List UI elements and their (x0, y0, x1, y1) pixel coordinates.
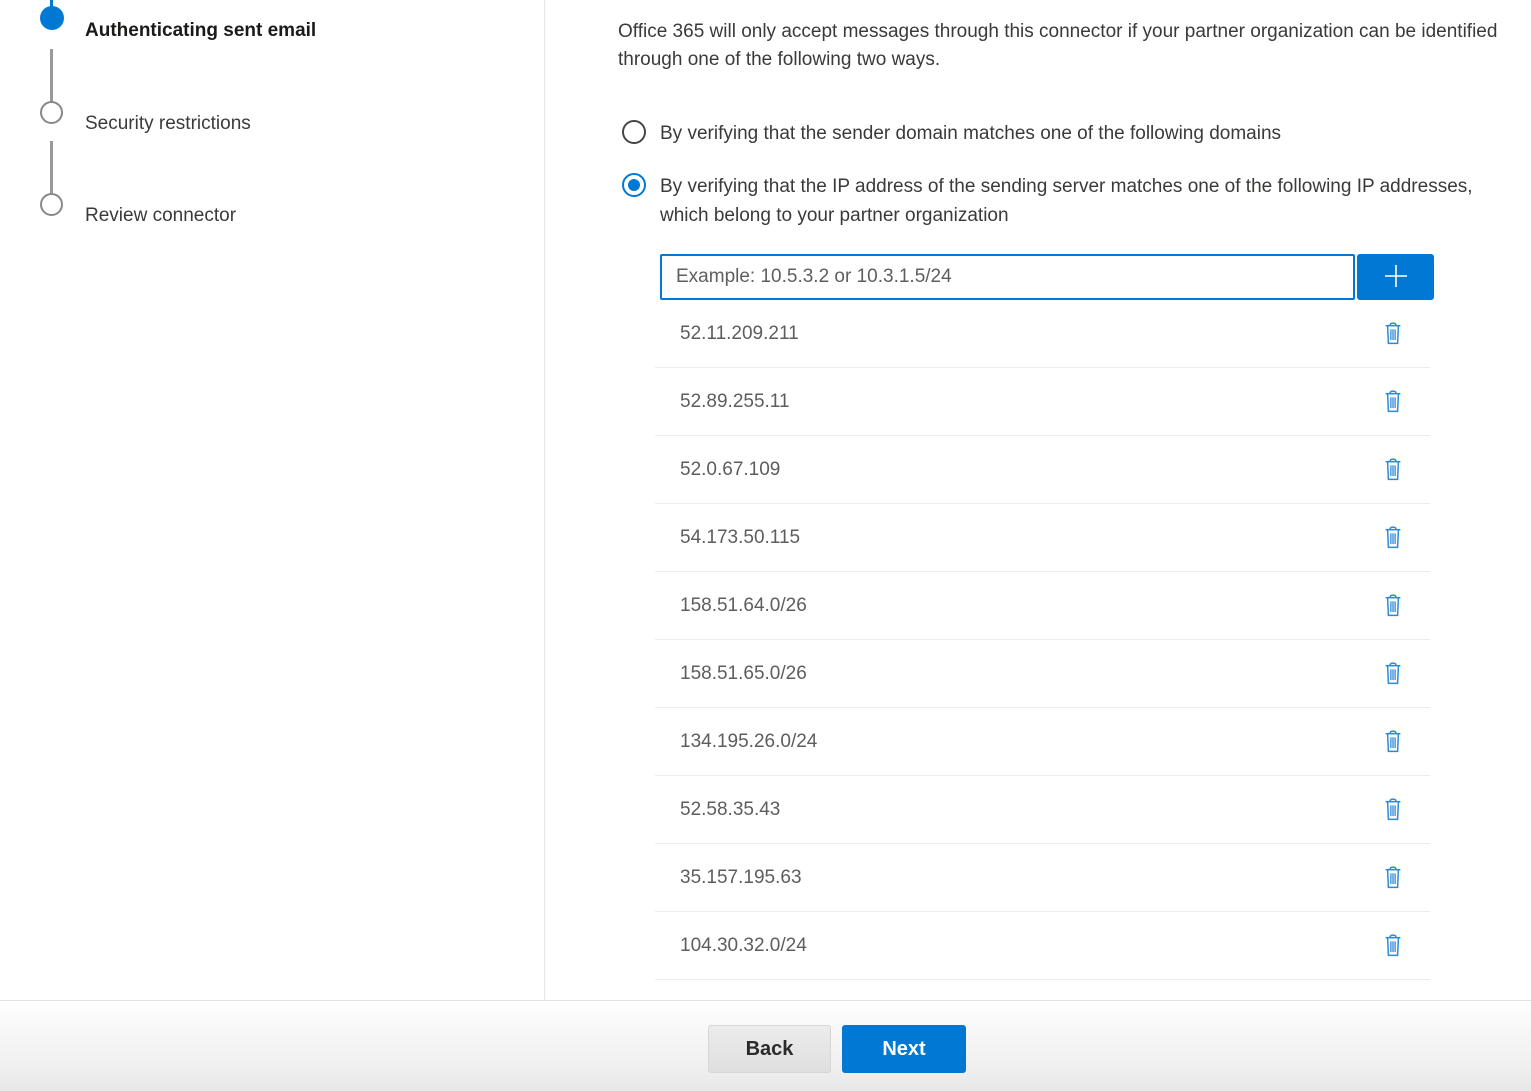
trash-icon (1383, 945, 1403, 960)
main-content: Office 365 will only accept messages thr… (618, 0, 1531, 1000)
radio-option-label: By verifying that the sender domain matc… (660, 119, 1485, 148)
ip-address-value: 52.58.35.43 (680, 799, 780, 821)
step-label: Review connector (85, 205, 236, 227)
trash-icon (1383, 741, 1403, 756)
delete-ip-button[interactable] (1381, 388, 1405, 415)
delete-ip-button[interactable] (1381, 320, 1405, 347)
wizard-footer: Back Next (0, 1000, 1531, 1091)
step-label: Authenticating sent email (85, 20, 316, 42)
ip-list-item: 52.58.35.43 (655, 776, 1430, 844)
delete-ip-button[interactable] (1381, 932, 1405, 959)
step-upcoming-circle-icon (40, 101, 63, 124)
trash-icon (1383, 537, 1403, 552)
trash-icon (1383, 605, 1403, 620)
ip-input-row (660, 254, 1434, 300)
radio-button-icon[interactable] (622, 120, 646, 144)
delete-ip-button[interactable] (1381, 796, 1405, 823)
ip-address-value: 158.51.64.0/26 (680, 595, 807, 617)
ip-address-list: 52.11.209.211 52.89.255.11 (655, 300, 1430, 1032)
delete-ip-button[interactable] (1381, 456, 1405, 483)
plus-icon (1381, 261, 1411, 294)
ip-list-item: 52.89.255.11 (655, 368, 1430, 436)
delete-ip-button[interactable] (1381, 728, 1405, 755)
back-button[interactable]: Back (708, 1025, 831, 1073)
ip-list-item: 158.51.65.0/26 (655, 640, 1430, 708)
ip-list-item: 104.30.32.0/24 (655, 912, 1430, 980)
trash-icon (1383, 469, 1403, 484)
ip-address-value: 35.157.195.63 (680, 867, 802, 889)
step-upcoming-circle-icon (40, 193, 63, 216)
trash-icon (1383, 809, 1403, 824)
verification-option-radio[interactable]: By verifying that the sender domain matc… (618, 119, 1531, 148)
ip-address-value: 54.173.50.115 (680, 527, 800, 549)
trash-icon (1383, 877, 1403, 892)
ip-address-value: 52.11.209.211 (680, 323, 799, 345)
step-label: Security restrictions (85, 113, 251, 135)
radio-button-icon[interactable] (622, 173, 646, 197)
ip-address-input[interactable] (660, 254, 1355, 300)
ip-address-value: 134.195.26.0/24 (680, 731, 817, 753)
ip-list-item: 35.157.195.63 (655, 844, 1430, 912)
delete-ip-button[interactable] (1381, 592, 1405, 619)
connector-wizard-page: Authenticating sent email Security restr… (0, 0, 1531, 1091)
add-ip-button[interactable] (1357, 254, 1434, 300)
verification-option-radio[interactable]: By verifying that the IP address of the … (618, 172, 1531, 230)
ip-list-item: 54.173.50.115 (655, 504, 1430, 572)
next-button[interactable]: Next (842, 1025, 966, 1073)
step-connector-line-2 (50, 141, 53, 197)
delete-ip-button[interactable] (1381, 524, 1405, 551)
delete-ip-button[interactable] (1381, 864, 1405, 891)
ip-address-value: 52.0.67.109 (680, 459, 780, 481)
trash-icon (1383, 401, 1403, 416)
trash-icon (1383, 333, 1403, 348)
ip-list-item: 52.0.67.109 (655, 436, 1430, 504)
delete-ip-button[interactable] (1381, 660, 1405, 687)
ip-list-item: 52.11.209.211 (655, 300, 1430, 368)
radio-option-label: By verifying that the IP address of the … (660, 172, 1485, 230)
step-connector-line-1 (50, 49, 53, 105)
intro-text: Office 365 will only accept messages thr… (618, 18, 1518, 74)
ip-address-value: 104.30.32.0/24 (680, 935, 807, 957)
ip-list-item: 158.51.64.0/26 (655, 572, 1430, 640)
wizard-steps-sidebar: Authenticating sent email Security restr… (0, 0, 545, 1000)
verification-options: By verifying that the sender domain matc… (618, 119, 1531, 230)
step-current-dot-icon (40, 6, 64, 30)
ip-address-value: 52.89.255.11 (680, 391, 790, 413)
ip-address-value: 158.51.65.0/26 (680, 663, 807, 685)
ip-list-item: 134.195.26.0/24 (655, 708, 1430, 776)
trash-icon (1383, 673, 1403, 688)
